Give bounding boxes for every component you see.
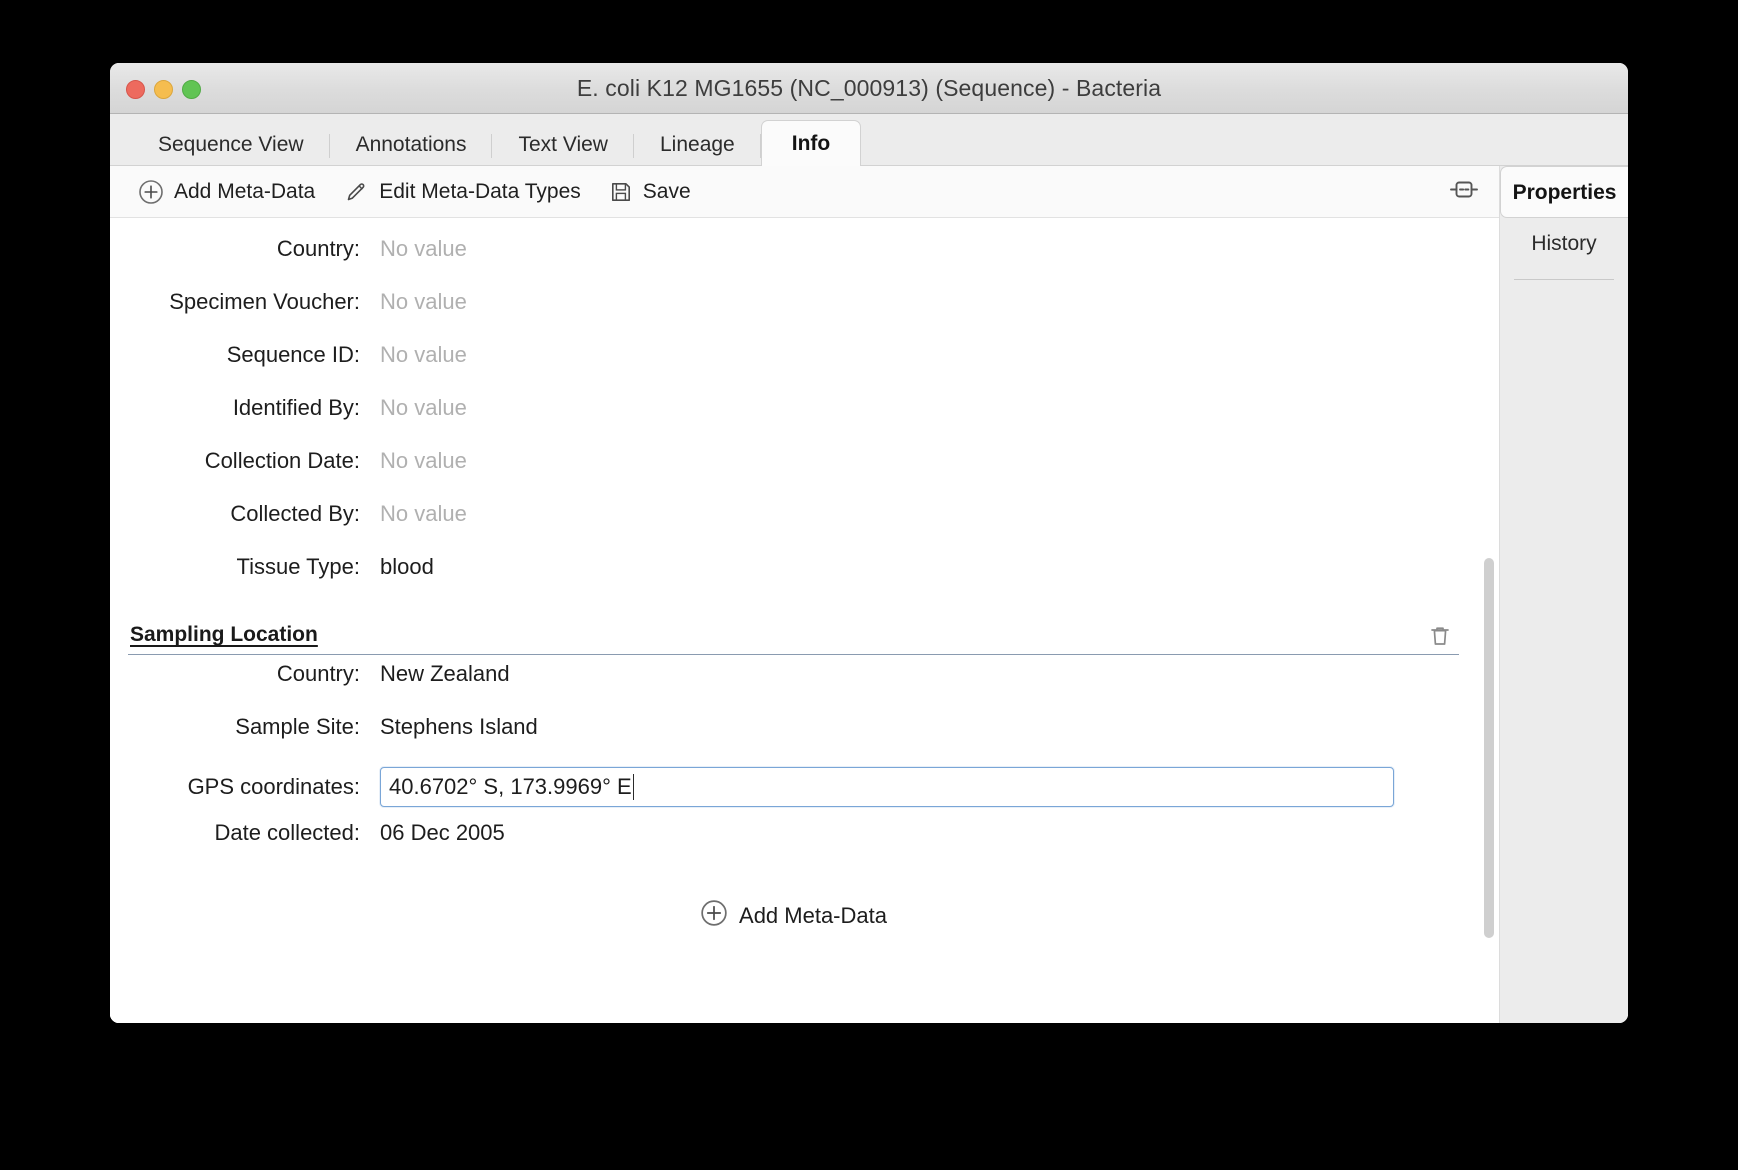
window-body: Add Meta-Data Edit Meta-Data Types Save … [110, 166, 1628, 1023]
trash-icon[interactable] [1429, 624, 1451, 653]
field-value[interactable]: 06 Dec 2005 [380, 820, 505, 846]
section-title: Sampling Location [130, 623, 318, 646]
field-value[interactable]: No value [380, 236, 467, 262]
field-label: Country: [276, 661, 360, 686]
save-button[interactable]: Save [597, 175, 703, 209]
field-row-date-collected: Date collected: 06 Dec 2005 [128, 820, 1459, 873]
add-meta-data-label: Add Meta-Data [174, 179, 316, 203]
text-caret [632, 774, 634, 800]
section-sampling-location: Sampling Location [128, 623, 1459, 655]
tab-label: Sequence View [158, 133, 304, 156]
meta-data-content: Country: No value Specimen Voucher: No v… [110, 218, 1499, 1023]
field-row-collection-date: Collection Date: No value [128, 448, 1459, 501]
field-row-identified-by: Identified By: No value [128, 395, 1459, 448]
edit-meta-data-types-button[interactable]: Edit Meta-Data Types [331, 174, 593, 210]
field-row-collected-by: Collected By: No value [128, 501, 1459, 554]
field-row-sampling-country: Country: New Zealand [128, 661, 1459, 714]
field-label: Sample Site: [235, 714, 360, 739]
field-label: Country: [276, 236, 360, 261]
field-value[interactable]: No value [380, 395, 467, 421]
field-row-tissue-type: Tissue Type: blood [128, 554, 1459, 607]
scrollbar-thumb[interactable] [1484, 558, 1494, 938]
title-bar: E. coli K12 MG1655 (NC_000913) (Sequence… [110, 63, 1628, 114]
vertical-scrollbar[interactable] [1483, 218, 1495, 1023]
field-value[interactable]: No value [380, 501, 467, 527]
save-label: Save [642, 179, 691, 203]
tab-label: Info [791, 131, 831, 155]
plus-circle-icon [138, 179, 164, 205]
side-dock: Properties History [1500, 166, 1628, 1023]
dock-divider [1514, 279, 1614, 280]
field-row-sample-site: Sample Site: Stephens Island [128, 714, 1459, 767]
field-label: Tissue Type: [236, 554, 360, 579]
tab-bar: Sequence View Annotations Text View Line… [110, 114, 1628, 166]
app-window: E. coli K12 MG1655 (NC_000913) (Sequence… [110, 63, 1628, 1023]
field-row-specimen-voucher: Specimen Voucher: No value [128, 289, 1459, 342]
add-meta-data-button[interactable]: Add Meta-Data [126, 174, 327, 210]
dock-tab-label: Properties [1512, 181, 1617, 204]
plus-circle-icon [700, 899, 728, 933]
field-label: Identified By: [232, 395, 360, 420]
split-panel-icon[interactable] [1449, 176, 1479, 207]
dock-tab-history[interactable]: History [1500, 218, 1628, 270]
tab-label: Lineage [659, 133, 735, 156]
gps-coordinates-value: 40.6702° S, 173.9969° E [389, 774, 632, 799]
info-pane: Add Meta-Data Edit Meta-Data Types Save … [110, 166, 1500, 1023]
field-value[interactable]: Stephens Island [380, 714, 538, 740]
field-value[interactable]: blood [380, 554, 434, 580]
dock-tab-properties[interactable]: Properties [1500, 166, 1628, 218]
tab-label: Annotations [355, 133, 467, 156]
pencil-icon [343, 179, 369, 205]
field-value[interactable]: No value [380, 289, 467, 315]
add-meta-data-bottom-label: Add Meta-Data [739, 903, 887, 928]
field-label: Date collected: [214, 820, 360, 845]
edit-meta-data-types-label: Edit Meta-Data Types [379, 179, 581, 203]
field-label: GPS coordinates: [187, 774, 360, 799]
tab-info[interactable]: Info [760, 120, 862, 166]
gps-coordinates-input[interactable]: 40.6702° S, 173.9969° E [379, 766, 1395, 808]
save-disk-icon [609, 180, 633, 204]
meta-data-rows: Country: No value Specimen Voucher: No v… [110, 236, 1499, 933]
add-meta-data-bottom-button[interactable]: Add Meta-Data [128, 899, 1459, 933]
tab-sequence-view[interactable]: Sequence View [132, 124, 330, 166]
field-row-country: Country: No value [128, 236, 1459, 289]
window-title: E. coli K12 MG1655 (NC_000913) (Sequence… [576, 75, 1162, 101]
dock-tab-label: History [1531, 232, 1597, 255]
field-label: Collected By: [230, 501, 360, 526]
field-value[interactable]: No value [380, 448, 467, 474]
tab-lineage[interactable]: Lineage [634, 124, 761, 166]
tab-label: Text View [518, 133, 608, 156]
field-label: Collection Date: [204, 448, 360, 473]
field-row-gps-coordinates: GPS coordinates: 40.6702° S, 173.9969° E [128, 766, 1459, 820]
field-label: Specimen Voucher: [169, 289, 360, 314]
field-value[interactable]: New Zealand [380, 661, 510, 687]
field-label: Sequence ID: [226, 342, 360, 367]
gps-field-wrap: 40.6702° S, 173.9969° E [379, 766, 1459, 808]
meta-data-toolbar: Add Meta-Data Edit Meta-Data Types Save [110, 166, 1499, 218]
tab-text-view[interactable]: Text View [492, 124, 634, 166]
field-row-sequence-id: Sequence ID: No value [128, 342, 1459, 395]
tab-annotations[interactable]: Annotations [330, 124, 493, 166]
field-value[interactable]: No value [380, 342, 467, 368]
